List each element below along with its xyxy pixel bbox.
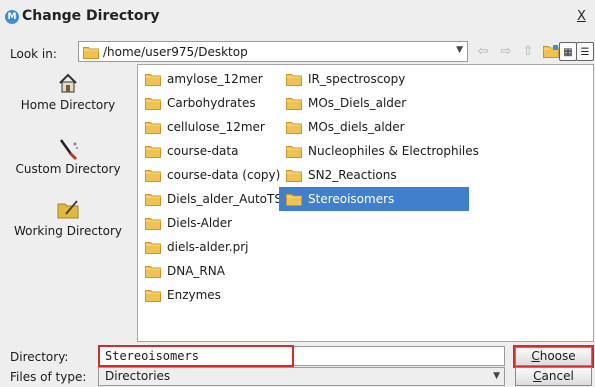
cancel-button[interactable]: Cancel bbox=[515, 367, 592, 386]
folder-icon bbox=[145, 72, 161, 86]
file-column-1: amylose_12mer Carbohydrates cellulose_12… bbox=[138, 67, 282, 307]
home-directory-shortcut[interactable]: Home Directory bbox=[0, 72, 136, 112]
list-view-icon[interactable]: ▦ bbox=[559, 42, 577, 61]
choose-button[interactable]: Choose bbox=[515, 347, 592, 366]
list-item[interactable]: DNA_RNA bbox=[138, 259, 278, 283]
directory-input[interactable]: Stereoisomers bbox=[98, 346, 505, 366]
list-item-selected[interactable]: Stereoisomers bbox=[279, 187, 469, 211]
title-bar: M Change Directory X bbox=[0, 0, 595, 34]
list-item[interactable]: cellulose_12mer bbox=[138, 115, 278, 139]
folder-icon bbox=[286, 72, 302, 86]
list-item[interactable]: course-data (copy) bbox=[138, 163, 280, 187]
folder-icon bbox=[286, 192, 302, 206]
folder-icon bbox=[286, 96, 302, 110]
window-title: Change Directory bbox=[22, 8, 160, 24]
folder-icon bbox=[286, 168, 302, 182]
app-icon: M bbox=[5, 10, 19, 24]
places-sidebar: Home Directory Custom Directory Working … bbox=[0, 64, 136, 342]
list-item[interactable]: amylose_12mer bbox=[138, 67, 278, 91]
look-in-path: /home/user975/Desktop bbox=[103, 45, 248, 59]
folder-icon bbox=[83, 45, 99, 59]
new-folder-icon[interactable] bbox=[542, 42, 560, 61]
custom-directory-shortcut[interactable]: Custom Directory bbox=[0, 136, 136, 176]
working-directory-label: Working Directory bbox=[13, 224, 123, 238]
files-of-type-label: Files of type: bbox=[10, 370, 87, 384]
chevron-down-icon: ▼ bbox=[456, 45, 463, 55]
folder-icon bbox=[145, 216, 161, 230]
list-item[interactable]: MOs_Diels_alder bbox=[279, 91, 469, 115]
list-item[interactable]: IR_spectroscopy bbox=[279, 67, 469, 91]
folder-icon bbox=[145, 96, 161, 110]
files-of-type-combo[interactable]: Directories ▼ bbox=[98, 367, 505, 386]
file-list[interactable]: amylose_12mer Carbohydrates cellulose_12… bbox=[137, 64, 594, 342]
chevron-down-icon: ▼ bbox=[493, 371, 500, 381]
look-in-combo[interactable]: /home/user975/Desktop ▼ bbox=[78, 41, 468, 62]
folder-icon bbox=[145, 168, 161, 182]
list-item[interactable]: MOs_diels_alder bbox=[279, 115, 469, 139]
folder-icon bbox=[145, 288, 161, 302]
folder-icon bbox=[145, 240, 161, 254]
list-item[interactable]: Enzymes bbox=[138, 283, 278, 307]
back-icon[interactable]: ⇦ bbox=[474, 42, 492, 61]
folder-icon bbox=[145, 192, 161, 206]
list-item[interactable]: Carbohydrates bbox=[138, 91, 278, 115]
close-icon[interactable]: X bbox=[577, 9, 586, 24]
working-directory-shortcut[interactable]: Working Directory bbox=[0, 198, 136, 238]
up-icon[interactable]: ⇧ bbox=[519, 42, 537, 61]
file-column-2: IR_spectroscopy MOs_Diels_alder MOs_diel… bbox=[279, 67, 479, 211]
house-icon bbox=[0, 72, 136, 98]
folder-icon bbox=[145, 120, 161, 134]
folder-icon bbox=[286, 144, 302, 158]
list-item[interactable]: diels-alder.prj bbox=[138, 235, 278, 259]
look-in-label: Look in: bbox=[10, 47, 57, 61]
list-item[interactable]: SN2_Reactions bbox=[279, 163, 469, 187]
home-directory-label: Home Directory bbox=[20, 98, 116, 112]
files-of-type-value: Directories bbox=[105, 369, 171, 383]
folder-icon bbox=[145, 264, 161, 278]
forward-icon[interactable]: ⇨ bbox=[497, 42, 515, 61]
list-item[interactable]: Diels-Alder bbox=[138, 211, 278, 235]
folder-icon bbox=[145, 144, 161, 158]
list-item[interactable]: course-data bbox=[138, 139, 278, 163]
brush-icon bbox=[0, 136, 136, 162]
list-item[interactable]: Diels_alder_AutoTS bbox=[138, 187, 282, 211]
details-view-icon[interactable]: ☰ bbox=[576, 42, 594, 61]
folder-icon bbox=[286, 120, 302, 134]
pencil-folder-icon bbox=[0, 198, 136, 224]
directory-label: Directory: bbox=[10, 350, 69, 364]
custom-directory-label: Custom Directory bbox=[15, 162, 121, 176]
list-item[interactable]: Nucleophiles & Electrophiles bbox=[279, 139, 479, 163]
